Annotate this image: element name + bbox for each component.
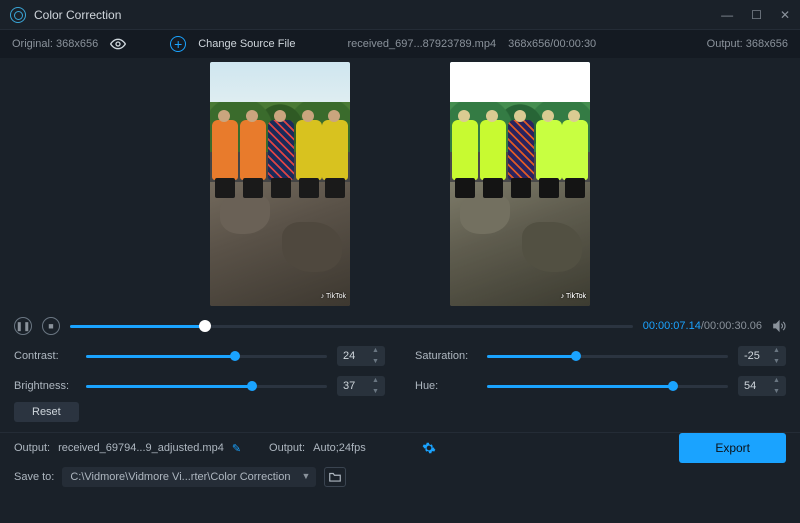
add-source-icon[interactable]: +: [170, 36, 186, 52]
output-dimensions-label: Output: 368x656: [707, 38, 788, 50]
saturation-label: Saturation:: [415, 350, 477, 362]
export-button[interactable]: Export: [679, 433, 786, 463]
close-button[interactable]: ✕: [780, 8, 790, 22]
total-time: /00:00:30.06: [701, 320, 762, 332]
app-logo-icon: [10, 7, 26, 23]
output-settings-row: Output: received_69794...9_adjusted.mp4 …: [0, 435, 800, 461]
playback-bar: ❚❚ ■ 00:00:07.14/00:00:30.06: [0, 310, 800, 342]
source-info-bar: Original: 368x656 + Change Source File r…: [0, 30, 800, 58]
brightness-slider[interactable]: [86, 385, 327, 388]
saturation-value-input[interactable]: -25▲▼: [738, 346, 786, 366]
reset-button[interactable]: Reset: [14, 402, 79, 422]
source-filename: received_697...87923789.mp4: [347, 38, 496, 50]
output-filename: received_69794...9_adjusted.mp4: [58, 442, 224, 454]
saturation-slider[interactable]: [487, 355, 728, 358]
contrast-slider[interactable]: [86, 355, 327, 358]
output-preset: Auto;24fps: [313, 442, 366, 454]
original-dimensions-label: Original: 368x656: [12, 38, 98, 50]
timeline-slider[interactable]: [70, 325, 633, 328]
hue-label: Hue:: [415, 380, 477, 392]
output-label-1: Output:: [14, 442, 50, 454]
brightness-value-input[interactable]: 37▲▼: [337, 376, 385, 396]
preview-area: ♪ TikTok ♪ TikTok: [0, 58, 800, 310]
contrast-value-input[interactable]: 24▲▼: [337, 346, 385, 366]
browse-folder-button[interactable]: [324, 467, 346, 487]
contrast-label: Contrast:: [14, 350, 76, 362]
brightness-label: Brightness:: [14, 380, 76, 392]
save-to-label: Save to:: [14, 471, 54, 483]
stop-button[interactable]: ■: [42, 317, 60, 335]
hue-row: Hue: 54▲▼: [415, 376, 786, 396]
pause-button[interactable]: ❚❚: [14, 317, 32, 335]
window-title: Color Correction: [34, 8, 121, 22]
maximize-button[interactable]: ☐: [751, 8, 762, 22]
volume-icon[interactable]: [772, 319, 786, 333]
adjustment-sliders: Contrast: 24▲▼ Saturation: -25▲▼ Brightn…: [0, 342, 800, 398]
adjusted-preview: ♪ TikTok: [450, 62, 590, 306]
brightness-row: Brightness: 37▲▼: [14, 376, 385, 396]
output-settings-icon[interactable]: [422, 441, 436, 455]
minimize-button[interactable]: —: [721, 8, 733, 22]
preview-toggle-icon[interactable]: [110, 36, 126, 52]
source-meta: 368x656/00:00:30: [508, 38, 596, 50]
output-label-2: Output:: [269, 442, 305, 454]
change-source-button[interactable]: Change Source File: [198, 38, 295, 50]
save-path-dropdown[interactable]: C:\Vidmore\Vidmore Vi...rter\Color Corre…: [62, 467, 316, 487]
timecode: 00:00:07.14/00:00:30.06: [643, 320, 762, 332]
edit-filename-icon[interactable]: ✎: [232, 442, 241, 455]
original-preview: ♪ TikTok: [210, 62, 350, 306]
saturation-row: Saturation: -25▲▼: [415, 346, 786, 366]
contrast-row: Contrast: 24▲▼: [14, 346, 385, 366]
chevron-down-icon: ▼: [302, 471, 311, 481]
hue-value-input[interactable]: 54▲▼: [738, 376, 786, 396]
save-location-row: Save to: C:\Vidmore\Vidmore Vi...rter\Co…: [0, 461, 800, 493]
current-time: 00:00:07.14: [643, 320, 701, 332]
hue-slider[interactable]: [487, 385, 728, 388]
title-bar: Color Correction — ☐ ✕: [0, 0, 800, 30]
